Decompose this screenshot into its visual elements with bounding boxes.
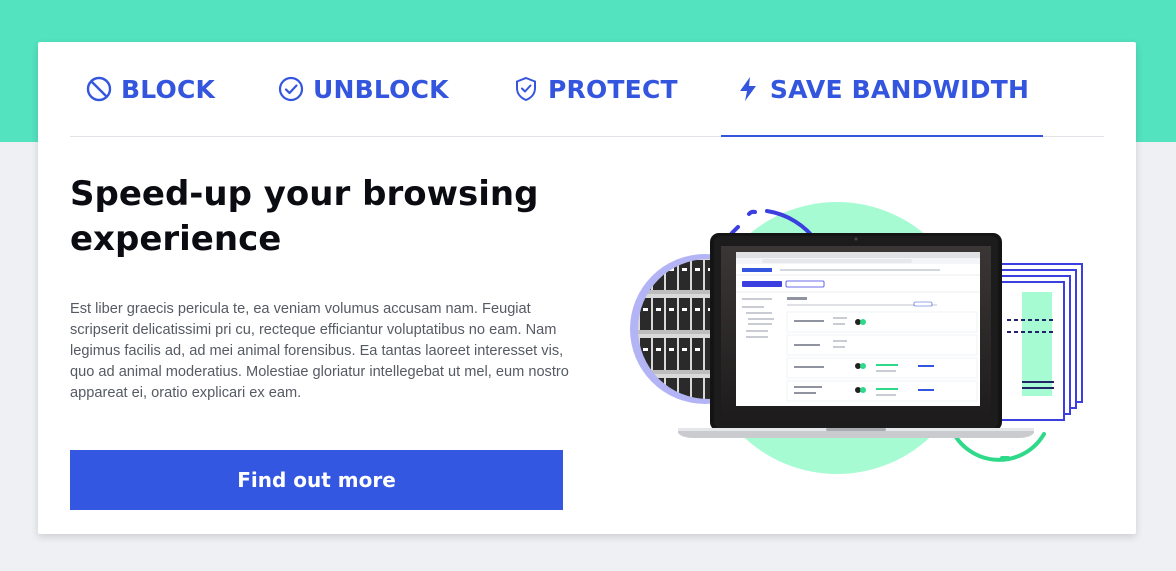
hero-description: Est liber graecis pericula te, ea veniam… (70, 301, 569, 401)
tab-unblock-label: UNBLOCK (313, 74, 449, 104)
feature-tabs: BLOCK UNBLOCK PROTECT SAVE BANDWIDTH (70, 42, 1104, 137)
tab-protect[interactable]: PROTECT (513, 42, 678, 136)
tab-block[interactable]: BLOCK (86, 42, 215, 136)
lightning-icon (735, 76, 761, 102)
tab-protect-label: PROTECT (548, 74, 678, 104)
page-title: Speed-up your browsing experience (70, 174, 539, 259)
check-circle-icon (278, 76, 304, 102)
shield-icon (513, 76, 539, 102)
tab-unblock[interactable]: UNBLOCK (278, 42, 449, 136)
tab-block-label: BLOCK (121, 74, 216, 104)
tab-save-bandwidth-label: SAVE BANDWIDTH (769, 74, 1030, 104)
tab-save-bandwidth[interactable]: SAVE BANDWIDTH (721, 42, 1043, 137)
find-out-more-button[interactable]: Find out more (70, 450, 563, 510)
laptop-illustration (630, 202, 1083, 474)
block-icon (86, 76, 112, 102)
feature-card: BLOCK UNBLOCK PROTECT SAVE BANDWIDTH Spe… (38, 42, 1136, 534)
